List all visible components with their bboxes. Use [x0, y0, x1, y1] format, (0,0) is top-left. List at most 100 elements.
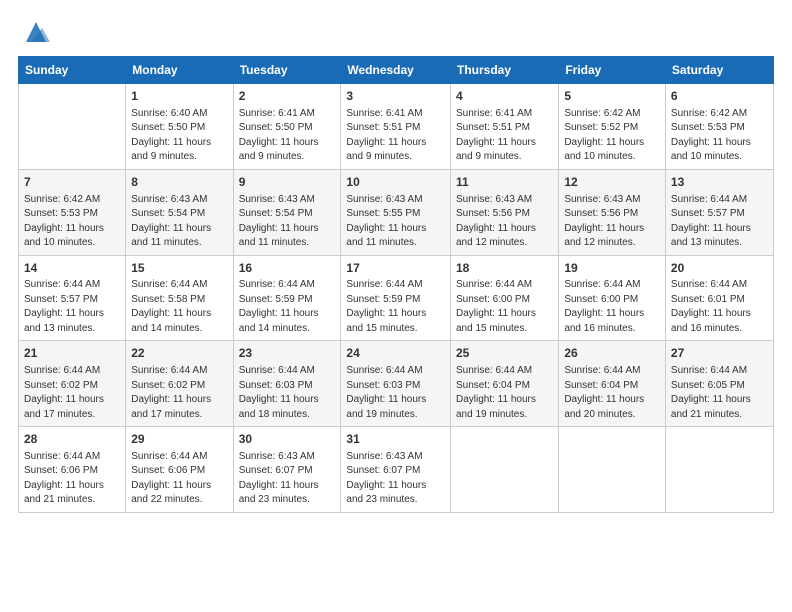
day-number: 5	[564, 88, 660, 105]
day-number: 25	[456, 345, 553, 362]
day-cell: 1 Sunrise: 6:40 AM Sunset: 5:50 PM Daylig…	[126, 84, 233, 170]
day-number: 7	[24, 174, 120, 191]
day-info: Sunrise: 6:44 AM Sunset: 6:03 PM Dayligh…	[346, 364, 445, 422]
day-info: Sunrise: 6:43 AM Sunset: 5:54 PM Dayligh…	[131, 193, 227, 251]
day-cell: 7Sunrise: 6:42 AM Sunset: 5:53 PM Daylig…	[19, 169, 126, 255]
day-cell: 2 Sunrise: 6:41 AM Sunset: 5:50 PM Daylig…	[233, 84, 341, 170]
day-info: Sunrise: 6:44 AM Sunset: 6:06 PM Dayligh…	[24, 450, 120, 508]
day-info: Sunrise: 6:44 AM Sunset: 6:01 PM Dayligh…	[671, 278, 768, 336]
day-cell	[665, 427, 773, 513]
day-number: 10	[346, 174, 445, 191]
day-info: Sunrise: 6:41 AM Sunset: 5:50 PM Dayligh…	[239, 107, 336, 165]
day-number: 9	[239, 174, 336, 191]
day-info: Sunrise: 6:44 AM Sunset: 5:57 PM Dayligh…	[671, 193, 768, 251]
day-info: Sunrise: 6:44 AM Sunset: 6:06 PM Dayligh…	[131, 450, 227, 508]
day-header-saturday: Saturday	[665, 57, 773, 84]
day-cell: 5 Sunrise: 6:42 AM Sunset: 5:52 PM Daylig…	[559, 84, 666, 170]
day-info: Sunrise: 6:42 AM Sunset: 5:53 PM Dayligh…	[671, 107, 768, 165]
header-row: SundayMondayTuesdayWednesdayThursdayFrid…	[19, 57, 774, 84]
day-cell: 29Sunrise: 6:44 AM Sunset: 6:06 PM Dayli…	[126, 427, 233, 513]
day-cell: 18Sunrise: 6:44 AM Sunset: 6:00 PM Dayli…	[450, 255, 558, 341]
day-info: Sunrise: 6:44 AM Sunset: 6:02 PM Dayligh…	[24, 364, 120, 422]
day-info: Sunrise: 6:44 AM Sunset: 5:59 PM Dayligh…	[346, 278, 445, 336]
day-cell: 13 Sunrise: 6:44 AM Sunset: 5:57 PM Dayli…	[665, 169, 773, 255]
day-cell: 31 Sunrise: 6:43 AM Sunset: 6:07 PM Dayli…	[341, 427, 451, 513]
day-info: Sunrise: 6:43 AM Sunset: 6:07 PM Dayligh…	[346, 450, 445, 508]
day-cell: 19Sunrise: 6:44 AM Sunset: 6:00 PM Dayli…	[559, 255, 666, 341]
day-number: 13	[671, 174, 768, 191]
day-number: 15	[131, 260, 227, 277]
day-header-sunday: Sunday	[19, 57, 126, 84]
day-info: Sunrise: 6:44 AM Sunset: 5:58 PM Dayligh…	[131, 278, 227, 336]
day-number: 19	[564, 260, 660, 277]
day-cell: 23Sunrise: 6:44 AM Sunset: 6:03 PM Dayli…	[233, 341, 341, 427]
day-header-friday: Friday	[559, 57, 666, 84]
day-cell: 22 Sunrise: 6:44 AM Sunset: 6:02 PM Dayli…	[126, 341, 233, 427]
day-cell: 17Sunrise: 6:44 AM Sunset: 5:59 PM Dayli…	[341, 255, 451, 341]
day-cell	[559, 427, 666, 513]
day-number: 6	[671, 88, 768, 105]
day-info: Sunrise: 6:44 AM Sunset: 5:59 PM Dayligh…	[239, 278, 336, 336]
week-row: 7Sunrise: 6:42 AM Sunset: 5:53 PM Daylig…	[19, 169, 774, 255]
day-info: Sunrise: 6:42 AM Sunset: 5:52 PM Dayligh…	[564, 107, 660, 165]
day-number: 31	[346, 431, 445, 448]
day-number: 18	[456, 260, 553, 277]
week-row: 14Sunrise: 6:44 AM Sunset: 5:57 PM Dayli…	[19, 255, 774, 341]
calendar-header: SundayMondayTuesdayWednesdayThursdayFrid…	[19, 57, 774, 84]
day-info: Sunrise: 6:44 AM Sunset: 6:00 PM Dayligh…	[564, 278, 660, 336]
day-cell: 4Sunrise: 6:41 AM Sunset: 5:51 PM Daylig…	[450, 84, 558, 170]
day-number: 24	[346, 345, 445, 362]
day-cell: 21 Sunrise: 6:44 AM Sunset: 6:02 PM Dayli…	[19, 341, 126, 427]
day-info: Sunrise: 6:43 AM Sunset: 6:07 PM Dayligh…	[239, 450, 336, 508]
day-cell: 25 Sunrise: 6:44 AM Sunset: 6:04 PM Dayli…	[450, 341, 558, 427]
calendar-body: 1 Sunrise: 6:40 AM Sunset: 5:50 PM Daylig…	[19, 84, 774, 513]
day-cell: 27Sunrise: 6:44 AM Sunset: 6:05 PM Dayli…	[665, 341, 773, 427]
day-info: Sunrise: 6:44 AM Sunset: 6:03 PM Dayligh…	[239, 364, 336, 422]
day-number: 16	[239, 260, 336, 277]
week-row: 28 Sunrise: 6:44 AM Sunset: 6:06 PM Dayli…	[19, 427, 774, 513]
day-info: Sunrise: 6:43 AM Sunset: 5:56 PM Dayligh…	[456, 193, 553, 251]
day-number: 30	[239, 431, 336, 448]
day-number: 8	[131, 174, 227, 191]
day-info: Sunrise: 6:44 AM Sunset: 5:57 PM Dayligh…	[24, 278, 120, 336]
day-header-tuesday: Tuesday	[233, 57, 341, 84]
day-header-wednesday: Wednesday	[341, 57, 451, 84]
day-header-monday: Monday	[126, 57, 233, 84]
day-cell: 14Sunrise: 6:44 AM Sunset: 5:57 PM Dayli…	[19, 255, 126, 341]
day-info: Sunrise: 6:43 AM Sunset: 5:56 PM Dayligh…	[564, 193, 660, 251]
week-row: 1 Sunrise: 6:40 AM Sunset: 5:50 PM Daylig…	[19, 84, 774, 170]
day-info: Sunrise: 6:43 AM Sunset: 5:54 PM Dayligh…	[239, 193, 336, 251]
day-number: 28	[24, 431, 120, 448]
day-number: 22	[131, 345, 227, 362]
logo	[18, 18, 50, 46]
day-number: 2	[239, 88, 336, 105]
day-cell: 9 Sunrise: 6:43 AM Sunset: 5:54 PM Daylig…	[233, 169, 341, 255]
day-number: 26	[564, 345, 660, 362]
page: SundayMondayTuesdayWednesdayThursdayFrid…	[0, 0, 792, 612]
day-number: 21	[24, 345, 120, 362]
logo-icon	[22, 18, 50, 46]
day-cell: 24 Sunrise: 6:44 AM Sunset: 6:03 PM Dayli…	[341, 341, 451, 427]
day-cell: 3Sunrise: 6:41 AM Sunset: 5:51 PM Daylig…	[341, 84, 451, 170]
day-cell: 20Sunrise: 6:44 AM Sunset: 6:01 PM Dayli…	[665, 255, 773, 341]
day-cell: 28 Sunrise: 6:44 AM Sunset: 6:06 PM Dayli…	[19, 427, 126, 513]
day-cell: 6 Sunrise: 6:42 AM Sunset: 5:53 PM Daylig…	[665, 84, 773, 170]
day-info: Sunrise: 6:44 AM Sunset: 6:02 PM Dayligh…	[131, 364, 227, 422]
day-info: Sunrise: 6:43 AM Sunset: 5:55 PM Dayligh…	[346, 193, 445, 251]
calendar: SundayMondayTuesdayWednesdayThursdayFrid…	[18, 56, 774, 513]
day-number: 4	[456, 88, 553, 105]
day-header-thursday: Thursday	[450, 57, 558, 84]
day-cell: 30 Sunrise: 6:43 AM Sunset: 6:07 PM Dayli…	[233, 427, 341, 513]
header	[18, 18, 774, 46]
day-number: 27	[671, 345, 768, 362]
day-number: 20	[671, 260, 768, 277]
day-number: 1	[131, 88, 227, 105]
day-info: Sunrise: 6:44 AM Sunset: 6:00 PM Dayligh…	[456, 278, 553, 336]
day-cell: 10 Sunrise: 6:43 AM Sunset: 5:55 PM Dayli…	[341, 169, 451, 255]
day-cell: 26Sunrise: 6:44 AM Sunset: 6:04 PM Dayli…	[559, 341, 666, 427]
day-cell	[450, 427, 558, 513]
day-cell: 8 Sunrise: 6:43 AM Sunset: 5:54 PM Daylig…	[126, 169, 233, 255]
day-cell: 16Sunrise: 6:44 AM Sunset: 5:59 PM Dayli…	[233, 255, 341, 341]
day-info: Sunrise: 6:40 AM Sunset: 5:50 PM Dayligh…	[131, 107, 227, 165]
day-info: Sunrise: 6:44 AM Sunset: 6:04 PM Dayligh…	[456, 364, 553, 422]
